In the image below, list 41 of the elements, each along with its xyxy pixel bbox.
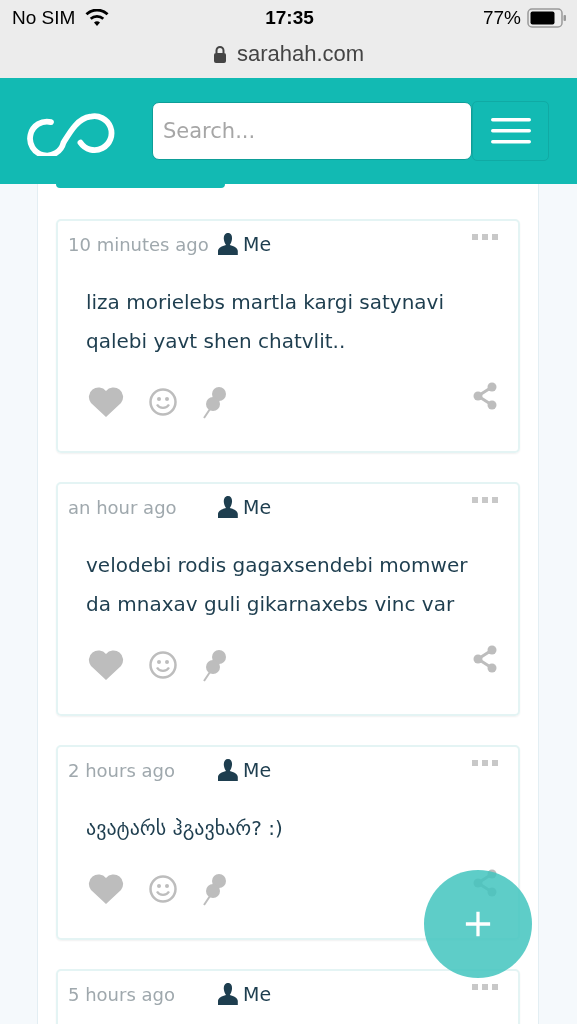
url-text[interactable]: sarahah.com [236,41,365,67]
clock-time: 17:35 [265,7,314,29]
user-icon [218,496,238,518]
more-options-icon[interactable] [472,497,498,503]
message-time: 10 minutes ago [68,233,210,255]
message-time: 2 hours ago [68,759,176,781]
plus-icon [464,910,492,938]
message-text: liza morielebs martla kargi satynavi qalebi yavt shen chatvlit.. [86,289,445,355]
author-name: Me [243,496,272,518]
pushpin-icon[interactable] [202,385,228,419]
menu-icon [490,118,531,144]
battery-percent: 77% [482,7,521,29]
user-icon [218,233,238,255]
smiley-icon[interactable] [148,387,178,417]
author-name: Me [243,983,272,1005]
author-name: Me [243,233,272,255]
pushpin-icon[interactable] [202,872,228,906]
smiley-icon[interactable] [148,650,178,680]
heart-icon[interactable] [88,874,124,904]
more-options-icon[interactable] [472,760,498,766]
share-icon[interactable] [472,645,498,673]
heart-icon[interactable] [88,650,124,680]
message-time: an hour ago [68,496,178,518]
search-field[interactable]: Search... [152,102,472,160]
smiley-icon[interactable] [148,874,178,904]
lock-icon [212,45,227,63]
message-text: velodebi rodis gagaxsendebi momwer da mnaxav guli gikarnaxebs vinc var [86,552,469,618]
menu-button[interactable] [472,101,549,161]
more-options-icon[interactable] [472,234,498,240]
heart-icon[interactable] [88,387,124,417]
pushpin-icon[interactable] [202,648,228,682]
more-options-icon[interactable] [472,984,498,990]
user-icon [218,759,238,781]
battery-icon [527,8,567,28]
message-text: ავატარს ჰგავხარ? :) [86,815,284,842]
message-time: 5 hours ago [68,983,176,1005]
wifi-icon [85,9,110,27]
author-name: Me [243,759,272,781]
user-icon [218,983,238,1005]
carrier-label: No SIM [12,7,76,29]
share-icon[interactable] [472,382,498,410]
